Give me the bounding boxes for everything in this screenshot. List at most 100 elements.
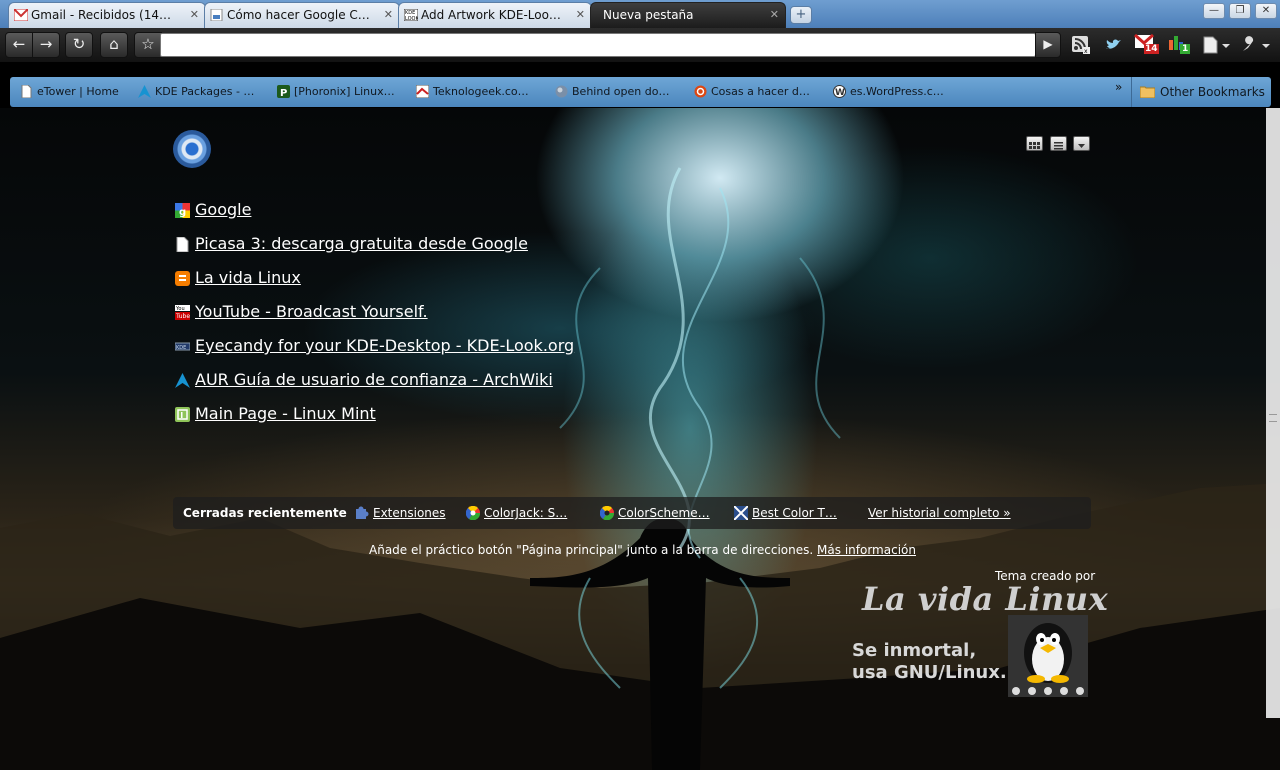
toolbar: ← → ↻ ⌂ ☆ ▶ x 14 1: [0, 28, 1280, 62]
thumbnail-view-button[interactable]: [1026, 136, 1043, 151]
recent-item-label: Best Color T…: [752, 506, 837, 520]
recent-item-best-color[interactable]: Best Color T…: [734, 506, 837, 520]
most-visited-item-kde-look[interactable]: KDE Eyecandy for your KDE-Desktop - KDE-…: [175, 336, 574, 356]
recent-item-colorscheme[interactable]: ColorScheme…: [600, 506, 710, 520]
theme-brand-logo: La vida Linux: [862, 580, 1109, 618]
address-bar[interactable]: [160, 33, 1036, 57]
play-arrow-icon: ▶: [1043, 37, 1053, 51]
page-menu-button[interactable]: [1202, 36, 1230, 54]
reload-icon: ↻: [72, 35, 86, 53]
svg-text:g: g: [179, 207, 186, 218]
most-visited-title: Picasa 3: descarga gratuita desde Google: [195, 234, 528, 253]
rss-icon[interactable]: x: [1072, 36, 1090, 54]
chevron-down-icon: [1078, 144, 1085, 148]
bookmarks-overflow-button[interactable]: »: [1115, 80, 1122, 94]
restore-button[interactable]: ❐: [1229, 3, 1251, 19]
bookmark-behind-open-doors[interactable]: Behind open do…: [555, 84, 669, 99]
pattern-icon: [734, 506, 748, 520]
bookmark-label: Behind open do…: [572, 85, 670, 98]
new-tab-button[interactable]: +: [790, 6, 812, 24]
arch-icon: [175, 373, 190, 388]
most-visited-title: AUR Guía de usuario de confianza - ArchW…: [195, 370, 553, 389]
most-visited-item-archwiki[interactable]: AUR Guía de usuario de confianza - ArchW…: [175, 370, 553, 390]
home-button[interactable]: ⌂: [100, 32, 128, 58]
kde-look-icon: KDELOOK: [404, 9, 418, 21]
kde-look-icon: KDE: [175, 342, 190, 351]
counter-icon[interactable]: 1: [1168, 34, 1192, 56]
most-visited-item-la-vida-linux[interactable]: La vida Linux: [175, 268, 301, 288]
ubuntu-icon: [694, 85, 707, 98]
bookmark-star-button[interactable]: ☆: [134, 32, 162, 58]
most-visited-item-google[interactable]: g Google: [175, 200, 251, 220]
most-visited-title: Google: [195, 200, 252, 219]
other-bookmarks-label: Other Bookmarks: [1160, 85, 1265, 99]
close-icon[interactable]: ✕: [384, 3, 393, 27]
svg-text:LOOK: LOOK: [405, 16, 418, 21]
theme-slogan-line-2: usa GNU/Linux.: [852, 662, 1007, 683]
twitter-bird-icon[interactable]: [1104, 36, 1122, 54]
most-visited-item-youtube[interactable]: You Tube YouTube - Broadcast Yourself.: [175, 302, 428, 322]
mint-icon: [175, 407, 190, 422]
teknologeek-icon: [416, 85, 429, 98]
most-visited-item-linux-mint[interactable]: Main Page - Linux Mint: [175, 404, 376, 424]
star-icon: ☆: [141, 35, 155, 53]
recent-item-label: Extensiones: [373, 506, 446, 520]
bookmark-label: Cosas a hacer d…: [711, 85, 810, 98]
bookmark-label: es.WordPress.c…: [850, 85, 944, 98]
counter-badge: 1: [1180, 44, 1191, 54]
close-icon[interactable]: ✕: [770, 3, 779, 27]
list-icon: [1054, 142, 1063, 150]
tab-kde-look[interactable]: KDE LOOK Add Artwork KDE-Loo… ✕: [398, 2, 592, 28]
tab-title: Add Artwork KDE-Loo…: [421, 8, 561, 22]
bookmark-wordpress[interactable]: W es.WordPress.c…: [833, 84, 944, 99]
vertical-scrollbar[interactable]: [1266, 108, 1280, 718]
recently-closed-title: Cerradas recientemente: [183, 506, 347, 520]
recent-item-extensions[interactable]: Extensiones: [355, 506, 446, 520]
most-visited-item-picasa[interactable]: Picasa 3: descarga gratuita desde Google: [175, 234, 528, 254]
bookmarks-bar: eTower | Home KDE Packages - … P [Phoron…: [10, 77, 1271, 107]
minimize-button[interactable]: —: [1203, 3, 1225, 19]
promo-learn-more-link[interactable]: Más información: [817, 543, 916, 557]
collapse-view-button[interactable]: [1073, 136, 1090, 151]
back-button[interactable]: ←: [5, 32, 33, 58]
tab-google-chrome[interactable]: Cómo hacer Google C… ✕: [204, 2, 400, 28]
phoronix-icon: P: [277, 85, 290, 98]
reload-button[interactable]: ↻: [65, 32, 93, 58]
close-icon[interactable]: ✕: [190, 3, 199, 27]
close-window-button[interactable]: ✕: [1255, 3, 1277, 19]
bookmark-kde-packages[interactable]: KDE Packages - …: [138, 84, 254, 99]
home-icon: ⌂: [109, 35, 119, 53]
most-visited-title: Main Page - Linux Mint: [195, 404, 376, 423]
grid-icon: [1029, 142, 1040, 149]
bookmark-phoronix[interactable]: P [Phoronix] Linux…: [277, 84, 395, 99]
other-bookmarks-button[interactable]: Other Bookmarks: [1131, 77, 1271, 107]
wrench-menu-button[interactable]: [1240, 36, 1272, 54]
tab-strip: Gmail - Recibidos (14… ✕ Cómo hacer Goog…: [0, 0, 1280, 28]
bookmark-etower[interactable]: eTower | Home: [20, 84, 119, 99]
google-icon: g: [175, 203, 190, 218]
arch-icon: [138, 85, 151, 98]
wrench-icon: [1243, 36, 1270, 51]
forward-button[interactable]: →: [32, 32, 60, 58]
bookmark-teknologeek[interactable]: Teknologeek.co…: [416, 84, 529, 99]
close-icon[interactable]: ✕: [576, 3, 585, 27]
gmail-count-badge: 14: [1144, 44, 1159, 54]
scrollbar-grip-icon: [1269, 414, 1277, 422]
page-icon: [176, 237, 189, 252]
color-wheel-icon: [600, 506, 614, 520]
bookmark-cosas-a-hacer[interactable]: Cosas a hacer d…: [694, 84, 810, 99]
full-history-link[interactable]: Ver historial completo »: [868, 506, 1011, 520]
youtube-icon: YouTube: [175, 305, 190, 320]
list-view-button[interactable]: [1050, 136, 1067, 151]
page-icon: [1203, 36, 1230, 54]
recent-item-colorjack[interactable]: ColorJack: S…: [466, 506, 567, 520]
go-button[interactable]: ▶: [1035, 32, 1061, 58]
tab-gmail[interactable]: Gmail - Recibidos (14… ✕: [8, 2, 206, 28]
tab-new-tab[interactable]: Nueva pestaña ✕: [590, 2, 786, 28]
globe-icon: [555, 85, 568, 98]
gmail-checker-icon[interactable]: 14: [1134, 33, 1160, 56]
wordpress-icon: W: [833, 85, 846, 98]
svg-text:P: P: [280, 88, 287, 98]
recently-closed-bar: Cerradas recientemente Extensiones Color…: [173, 497, 1091, 529]
svg-text:You: You: [175, 306, 185, 312]
